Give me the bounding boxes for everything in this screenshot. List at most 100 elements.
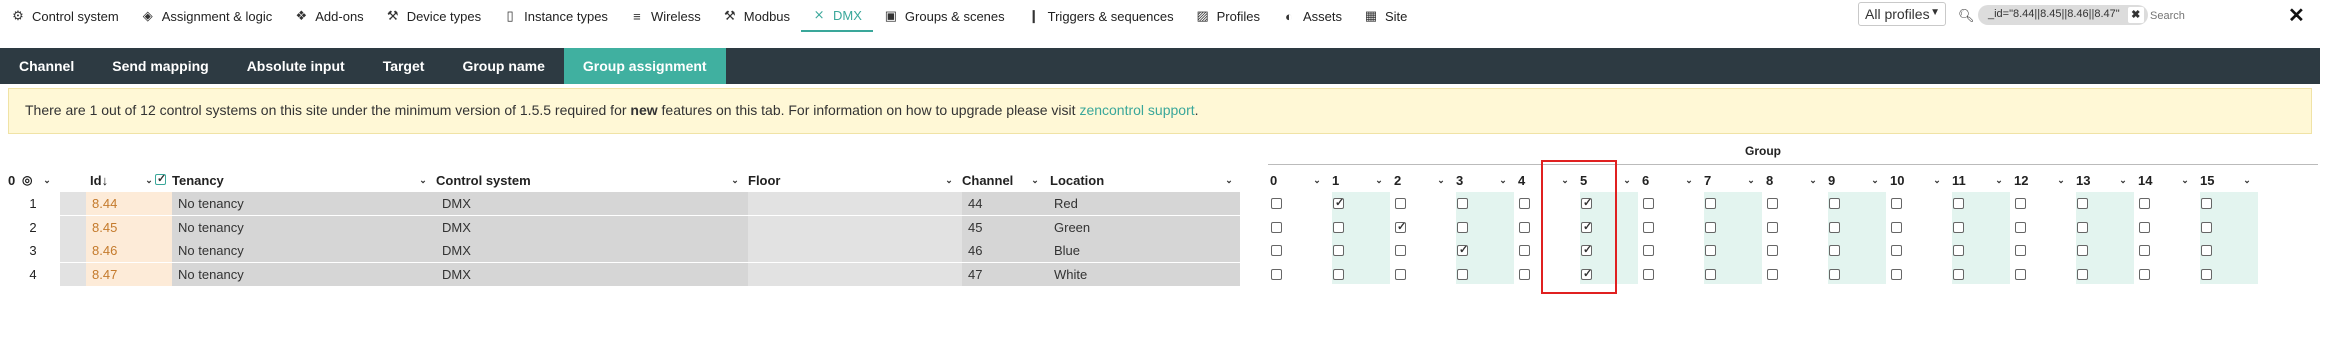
profiles-select[interactable]: All profiles ▼ — [1858, 2, 1946, 26]
group-10-checkbox[interactable] — [1891, 268, 1902, 280]
column-dropdown-icon[interactable]: ⌄ — [416, 173, 430, 187]
group-10-checkbox[interactable] — [1891, 245, 1902, 256]
row-floor[interactable] — [748, 239, 962, 262]
group-1-checkbox[interactable] — [1333, 268, 1344, 280]
group-dropdown-icon[interactable]: ⌄ — [1620, 173, 1634, 187]
column-dropdown-icon[interactable]: ⌄ — [1222, 173, 1236, 187]
group-1-checkbox[interactable] — [1333, 245, 1344, 256]
group-8-header[interactable]: 8 ⌄ — [1766, 168, 1824, 192]
group-9-checkbox[interactable] — [1829, 245, 1840, 256]
group-12-checkbox[interactable] — [2015, 198, 2026, 209]
row-tenancy[interactable]: No tenancy — [172, 192, 436, 215]
group-14-checkbox[interactable] — [2139, 245, 2150, 256]
group-13-header[interactable]: 13 ⌄ — [2076, 168, 2134, 192]
group-dropdown-icon[interactable]: ⌄ — [1868, 173, 1882, 187]
group-dropdown-icon[interactable]: ⌄ — [1992, 173, 2006, 187]
group-13-checkbox[interactable] — [2077, 245, 2088, 256]
group-3-checkbox[interactable] — [1457, 243, 1468, 256]
group-15-header[interactable]: 15 ⌄ — [2200, 168, 2258, 192]
group-15-checkbox[interactable] — [2201, 268, 2212, 280]
group-dropdown-icon[interactable]: ⌄ — [1310, 173, 1324, 187]
row-control-system[interactable]: DMX — [436, 239, 748, 262]
group-2-header[interactable]: 2 ⌄ — [1394, 168, 1452, 192]
group-7-checkbox[interactable] — [1705, 268, 1716, 280]
tab-group-assignment[interactable]: Group assignment — [563, 48, 726, 84]
row-channel[interactable]: 46 — [962, 239, 1048, 262]
row-channel[interactable]: 45 — [962, 215, 1048, 239]
group-12-header[interactable]: 12 ⌄ — [2014, 168, 2072, 192]
row-control-system[interactable]: DMX — [436, 192, 748, 215]
group-6-header[interactable]: 6 ⌄ — [1642, 168, 1700, 192]
group-11-header[interactable]: 11 ⌄ — [1952, 168, 2010, 192]
group-dropdown-icon[interactable]: ⌄ — [2178, 173, 2192, 187]
group-dropdown-icon[interactable]: ⌄ — [2054, 173, 2068, 187]
group-3-checkbox[interactable] — [1457, 198, 1468, 209]
group-10-checkbox[interactable] — [1891, 221, 1902, 233]
group-4-checkbox[interactable] — [1519, 268, 1530, 280]
group-12-checkbox[interactable] — [2015, 221, 2026, 233]
row-tenancy[interactable]: No tenancy — [172, 215, 436, 239]
channel-column-header[interactable]: Channel ⌄ — [962, 168, 1046, 192]
row-id[interactable]: 8.44 — [86, 192, 172, 215]
group-13-checkbox[interactable] — [2077, 198, 2088, 209]
column-dropdown-icon[interactable]: ⌄ — [1028, 173, 1042, 187]
tab-channel[interactable]: Channel — [0, 48, 93, 84]
group-0-checkbox[interactable] — [1271, 268, 1282, 280]
nav-item-wireless[interactable]: ≡ Wireless — [619, 0, 712, 32]
group-11-checkbox[interactable] — [1953, 268, 1964, 280]
row-tenancy[interactable]: No tenancy — [172, 262, 436, 286]
group-7-checkbox[interactable] — [1705, 221, 1716, 233]
row-channel[interactable]: 44 — [962, 192, 1048, 215]
column-dropdown-icon[interactable]: ⌄ — [728, 173, 742, 187]
tab-absolute-input[interactable]: Absolute input — [228, 48, 364, 84]
group-15-checkbox[interactable] — [2201, 245, 2212, 256]
column-dropdown-icon[interactable]: ⌄ — [40, 173, 54, 187]
group-0-checkbox[interactable] — [1271, 221, 1282, 233]
row-location[interactable]: Green — [1048, 215, 1240, 239]
group-2-checkbox[interactable] — [1395, 220, 1406, 233]
group-4-checkbox[interactable] — [1519, 198, 1530, 209]
group-9-checkbox[interactable] — [1829, 268, 1840, 280]
group-dropdown-icon[interactable]: ⌄ — [2116, 173, 2130, 187]
group-10-header[interactable]: 10 ⌄ — [1890, 168, 1948, 192]
hide-columns-header[interactable]: ◎ ⌄ — [22, 168, 58, 192]
nav-item-site[interactable]: ▦ Site — [1353, 0, 1418, 32]
row-location[interactable]: White — [1048, 262, 1240, 286]
row-floor[interactable] — [748, 262, 962, 286]
floor-column-header[interactable]: Floor ⌄ — [748, 168, 960, 192]
row-location[interactable]: Red — [1048, 192, 1240, 215]
group-dropdown-icon[interactable]: ⌄ — [2240, 173, 2254, 187]
group-dropdown-icon[interactable]: ⌄ — [1434, 173, 1448, 187]
group-2-checkbox[interactable] — [1395, 198, 1406, 209]
nav-item-modbus[interactable]: ⚒ Modbus — [712, 0, 801, 32]
group-2-checkbox[interactable] — [1395, 268, 1406, 280]
tab-group-name[interactable]: Group name — [443, 48, 563, 84]
group-13-checkbox[interactable] — [2077, 221, 2088, 233]
group-6-checkbox[interactable] — [1643, 221, 1654, 233]
tab-send-mapping[interactable]: Send mapping — [93, 48, 227, 84]
group-dropdown-icon[interactable]: ⌄ — [1682, 173, 1696, 187]
location-column-header[interactable]: Location ⌄ — [1050, 168, 1240, 192]
group-3-header[interactable]: 3 ⌄ — [1456, 168, 1514, 192]
tab-target[interactable]: Target — [364, 48, 444, 84]
group-4-checkbox[interactable] — [1519, 221, 1530, 233]
group-1-checkbox[interactable] — [1333, 221, 1344, 233]
row-channel[interactable]: 47 — [962, 262, 1048, 286]
nav-item-device-types[interactable]: ⚒ Device types — [375, 0, 492, 32]
group-9-checkbox[interactable] — [1829, 198, 1840, 209]
group-dropdown-icon[interactable]: ⌄ — [1930, 173, 1944, 187]
group-8-checkbox[interactable] — [1767, 221, 1778, 233]
row-tenancy[interactable]: No tenancy — [172, 239, 436, 262]
row-floor[interactable] — [748, 215, 962, 239]
group-0-checkbox[interactable] — [1271, 198, 1282, 209]
group-dropdown-icon[interactable]: ⌄ — [1806, 173, 1820, 187]
row-location[interactable]: Blue — [1048, 239, 1240, 262]
group-6-checkbox[interactable] — [1643, 245, 1654, 256]
nav-item-assets[interactable]: ◐ Assets — [1271, 0, 1353, 32]
group-12-checkbox[interactable] — [2015, 245, 2026, 256]
group-14-checkbox[interactable] — [2139, 221, 2150, 233]
control-system-column-header[interactable]: Control system ⌄ — [436, 168, 746, 192]
group-13-checkbox[interactable] — [2077, 268, 2088, 280]
group-0-header[interactable]: 0 ⌄ — [1270, 168, 1328, 192]
group-14-header[interactable]: 14 ⌄ — [2138, 168, 2196, 192]
